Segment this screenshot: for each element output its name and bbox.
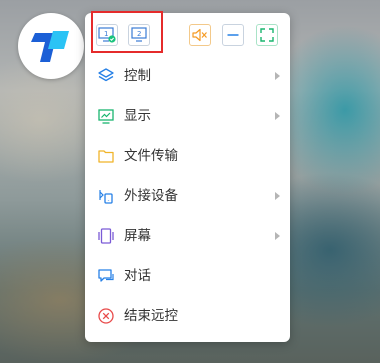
monitor-2-button[interactable]: 2 bbox=[128, 24, 150, 46]
menu-item-label: 控制 bbox=[124, 68, 151, 84]
menu-item-file-transfer[interactable]: 文件传输 bbox=[85, 136, 290, 176]
chat-icon bbox=[98, 269, 114, 282]
menu-item-label: 显示 bbox=[124, 108, 151, 124]
menu-item-display[interactable]: 显示 bbox=[85, 96, 290, 136]
mute-button[interactable] bbox=[189, 24, 211, 46]
monitor-1-icon: 1 bbox=[98, 27, 116, 43]
menu-item-label: 外接设备 bbox=[124, 188, 178, 204]
menu-item-label: 屏幕 bbox=[124, 228, 151, 244]
monitor-1-number: 1 bbox=[104, 30, 108, 38]
monitor-1-button[interactable]: 1 bbox=[96, 24, 118, 46]
folder-icon bbox=[98, 150, 114, 163]
display-icon bbox=[98, 109, 114, 124]
remote-control-menu: 1 2 控制 显示 文件传输 外接设备 屏幕 对话 结束远控 bbox=[85, 13, 290, 342]
fullscreen-button[interactable] bbox=[256, 24, 278, 46]
menu-item-chat[interactable]: 对话 bbox=[85, 256, 290, 296]
menu-item-external-devices[interactable]: 外接设备 bbox=[85, 176, 290, 216]
menu-item-screen[interactable]: 屏幕 bbox=[85, 216, 290, 256]
minimize-icon bbox=[227, 34, 239, 36]
app-logo[interactable] bbox=[18, 13, 84, 79]
monitor-2-icon: 2 bbox=[131, 27, 147, 42]
app-logo-icon bbox=[31, 31, 69, 62]
devices-icon bbox=[99, 190, 113, 204]
layers-icon bbox=[98, 68, 114, 82]
submenu-arrow-icon bbox=[275, 192, 280, 200]
menu-item-end-remote[interactable]: 结束远控 bbox=[85, 296, 290, 336]
speaker-mute-icon bbox=[192, 28, 207, 42]
close-circle-icon bbox=[98, 308, 114, 324]
fullscreen-icon bbox=[260, 28, 274, 42]
menu-item-label: 文件传输 bbox=[124, 148, 178, 164]
menu-item-label: 对话 bbox=[124, 268, 151, 284]
submenu-arrow-icon bbox=[275, 112, 280, 120]
menu-item-control[interactable]: 控制 bbox=[85, 56, 290, 96]
screen-icon bbox=[98, 228, 114, 244]
submenu-arrow-icon bbox=[275, 72, 280, 80]
menu-item-label: 结束远控 bbox=[124, 308, 178, 324]
submenu-arrow-icon bbox=[275, 232, 280, 240]
minimize-button[interactable] bbox=[222, 24, 244, 46]
monitor-2-number: 2 bbox=[137, 30, 141, 38]
